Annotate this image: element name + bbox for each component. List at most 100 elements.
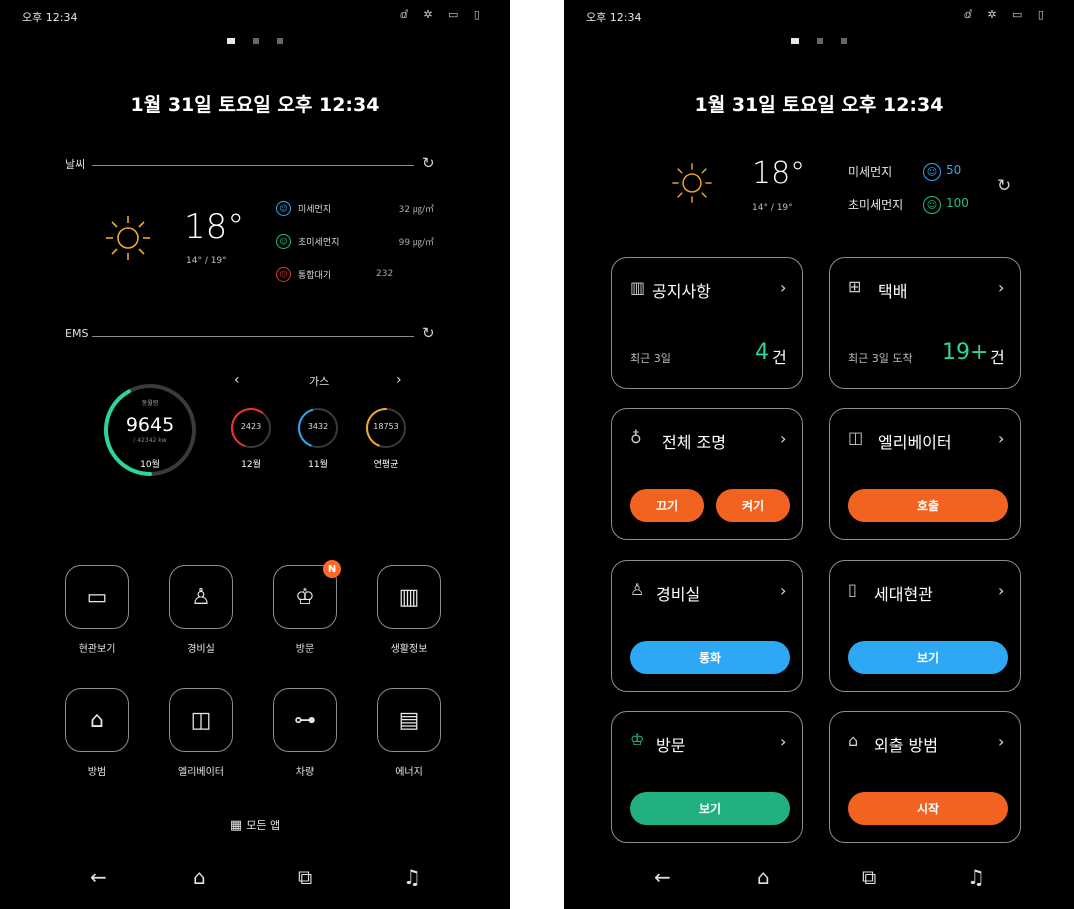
parcel-title: 택배 xyxy=(878,282,908,301)
small-gauge-value: 3432 xyxy=(307,422,329,431)
smile-face-icon: ☺ xyxy=(276,233,291,249)
air-quality-list: ☺ 미세먼지 32 ㎍/㎥ ☺ 초미세먼지 99 ㎍/㎥ ☹ 통합대기 232 xyxy=(276,198,434,284)
smile-face-icon: ☺ xyxy=(276,200,291,216)
ems-prev-icon[interactable]: ‹ xyxy=(234,372,240,388)
main-gauge-sub: / 42342 kw xyxy=(133,437,167,444)
outing-card[interactable]: ⌂ 외출 방범 › 시작 xyxy=(829,711,1021,843)
chevron-right-icon[interactable]: › xyxy=(780,429,786,448)
light-card[interactable]: ♁ 전체 조명 › 끄기 켜기 xyxy=(611,408,803,540)
recent-apps-icon[interactable]: ⧉ xyxy=(862,865,876,889)
chevron-right-icon[interactable]: › xyxy=(998,278,1004,297)
parcel-count: 19+ xyxy=(942,340,989,365)
app-label: 엘리베이터 xyxy=(178,767,224,778)
entrance-title: 세대현관 xyxy=(874,585,933,604)
fine-dust-value: 50 xyxy=(946,163,962,177)
app-button[interactable]: ♙ xyxy=(169,565,233,629)
ems-divider xyxy=(92,336,414,337)
visit-view-button[interactable]: 보기 xyxy=(630,792,790,825)
temperature-range: 14° / 19° xyxy=(752,203,793,213)
bad-face-icon: ☹ xyxy=(276,266,291,282)
page-dot-2[interactable] xyxy=(253,38,259,44)
parcel-card[interactable]: ⊞ 택배 › 최근 3일 도착 19+ 건 xyxy=(829,257,1021,389)
small-gauge: 3432 11월 xyxy=(295,405,341,470)
page-indicator[interactable] xyxy=(564,38,1074,44)
chevron-right-icon[interactable]: › xyxy=(780,581,786,600)
back-icon[interactable]: ← xyxy=(90,865,107,889)
chevron-right-icon[interactable]: › xyxy=(998,429,1004,448)
page-dot-3[interactable] xyxy=(841,38,847,44)
guard-icon: ♙ xyxy=(191,584,211,610)
guard-title: 경비실 xyxy=(656,585,701,604)
app-label: 생활정보 xyxy=(390,644,428,655)
app-button[interactable]: ⊶ xyxy=(273,688,337,752)
home-lock-icon: ⌂ xyxy=(90,707,104,733)
new-badge: N xyxy=(323,560,341,578)
page-dot-3[interactable] xyxy=(277,38,283,44)
page-dot-2[interactable] xyxy=(817,38,823,44)
navigation-bar: ← ⌂ ⧉ ♫ xyxy=(0,849,510,909)
app-label: 방범 xyxy=(87,767,107,778)
gift-icon: ⊞ xyxy=(848,277,862,296)
ems-type: 가스 xyxy=(309,375,330,388)
weather-section-label: 날씨 xyxy=(65,158,86,171)
home-icon[interactable]: ⌂ xyxy=(757,865,770,889)
small-gauge-label: 11월 xyxy=(308,460,328,470)
door-icon: ▭ xyxy=(86,584,108,610)
outing-start-button[interactable]: 시작 xyxy=(848,792,1008,825)
door-icon: ▯ xyxy=(848,580,857,599)
energy-chart-icon: ▤ xyxy=(398,707,420,733)
chevron-right-icon[interactable]: › xyxy=(780,278,786,297)
chevron-right-icon[interactable]: › xyxy=(998,581,1004,600)
notice-card[interactable]: ▥ 공지사항 › 최근 3일 4 건 xyxy=(611,257,803,389)
page-dot-1[interactable] xyxy=(791,38,799,44)
app-button[interactable]: ▭ xyxy=(65,565,129,629)
notification-bell-icon[interactable]: ♫ xyxy=(967,865,985,889)
light-on-button[interactable]: 켜기 xyxy=(716,489,790,522)
air-value: 232 xyxy=(376,269,394,279)
outing-title: 외출 방범 xyxy=(874,736,938,755)
elevator-card[interactable]: ◫ 엘리베이터 › 호출 xyxy=(829,408,1021,540)
fine-dust-label: 미세먼지 xyxy=(848,165,893,179)
app-button[interactable]: ◫ xyxy=(169,688,233,752)
app-label: 방문 xyxy=(295,644,315,655)
entrance-card[interactable]: ▯ 세대현관 › 보기 xyxy=(829,560,1021,692)
guard-call-button[interactable]: 통화 xyxy=(630,641,790,674)
light-title: 전체 조명 xyxy=(662,433,726,452)
ems-section-label: EMS xyxy=(65,327,89,340)
recent-apps-icon[interactable]: ⧉ xyxy=(298,865,312,889)
notification-bell-icon[interactable]: ♫ xyxy=(403,865,421,889)
chevron-right-icon[interactable]: › xyxy=(998,732,1004,751)
temperature-range: 14° / 19° xyxy=(186,256,227,266)
ems-refresh-icon[interactable]: ↻ xyxy=(422,324,435,342)
grid-icon: ▦ xyxy=(229,818,243,833)
app-button[interactable]: ▤ xyxy=(377,688,441,752)
app-button[interactable]: ▥ xyxy=(377,565,441,629)
elevator-call-button[interactable]: 호출 xyxy=(848,489,1008,522)
light-off-button[interactable]: 끄기 xyxy=(630,489,704,522)
car-icon: ⊶ xyxy=(294,707,316,733)
page-dot-1[interactable] xyxy=(227,38,235,44)
air-row-fine-dust: ☺ 미세먼지 32 ㎍/㎥ xyxy=(276,198,434,218)
guard-card[interactable]: ♙ 경비실 › 통화 xyxy=(611,560,803,692)
weather-refresh-icon[interactable]: ↻ xyxy=(422,154,435,172)
visit-card[interactable]: ♔ 방문 › 보기 xyxy=(611,711,803,843)
air-name: 초미세먼지 xyxy=(298,237,340,248)
back-icon[interactable]: ← xyxy=(654,865,671,889)
all-apps-button[interactable]: ▦ 모든 앱 xyxy=(0,817,510,833)
page-indicator[interactable] xyxy=(0,38,510,44)
date-title: 1월 31일 토요일 오후 12:34 xyxy=(694,94,944,116)
bulb-icon: ♁ xyxy=(630,428,642,447)
app-label: 현관보기 xyxy=(78,644,116,655)
weather-refresh-icon[interactable]: ↻ xyxy=(997,176,1011,196)
ems-next-icon[interactable]: › xyxy=(396,372,402,388)
building-icon: ▥ xyxy=(630,278,646,297)
small-gauge-value: 18753 xyxy=(373,422,399,431)
main-gauge-month: 10월 xyxy=(140,460,160,470)
home-icon[interactable]: ⌂ xyxy=(193,865,206,889)
notice-count: 4 xyxy=(755,340,769,365)
app-button[interactable]: ⌂ xyxy=(65,688,129,752)
small-gauge: 18753 연평균 xyxy=(363,405,409,470)
chevron-right-icon[interactable]: › xyxy=(780,732,786,751)
entrance-view-button[interactable]: 보기 xyxy=(848,641,1008,674)
home-lock-icon: ⌂ xyxy=(848,731,859,750)
